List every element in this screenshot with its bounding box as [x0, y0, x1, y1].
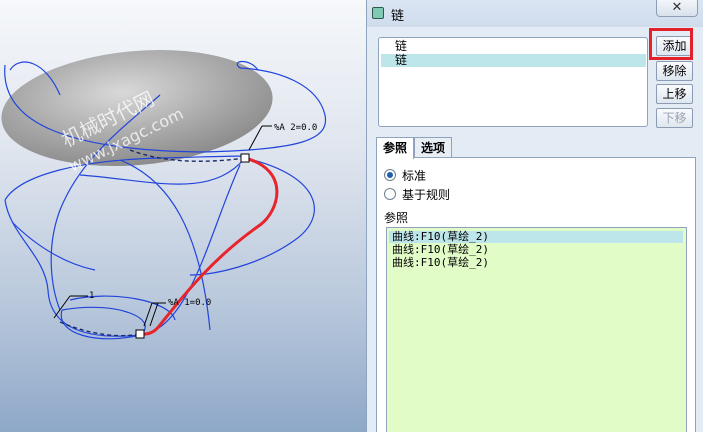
add-button-highlight	[649, 28, 693, 60]
radio-standard-label: 标准	[402, 168, 427, 183]
references-list[interactable]: 曲线:F10(草绘_2) 曲线:F10(草绘_2) 曲线:F10(草绘_2)	[386, 227, 687, 432]
chain-list[interactable]: 链 链	[378, 37, 648, 127]
annotation-id: 1	[89, 291, 94, 301]
reference-item[interactable]: 曲线:F10(草绘_2)	[389, 257, 683, 269]
radio-rule-based[interactable]: 基于规则	[384, 186, 450, 202]
annotation-top: %A 2=0.0	[274, 123, 317, 133]
remove-button[interactable]: 移除	[656, 61, 693, 81]
references-tab-panel: 标准 基于规则 参照 曲线:F10(草绘_2) 曲线:F10(草绘_2) 曲线:…	[376, 157, 696, 432]
move-up-button[interactable]: 上移	[656, 84, 693, 104]
endpoint-bottom[interactable]	[135, 329, 145, 339]
radio-rule-based-label: 基于规则	[402, 187, 451, 202]
references-label: 参照	[384, 211, 409, 225]
chain-item-label: 链	[395, 53, 408, 67]
model-geometry[interactable]: %A 2=0.0 1 %A 1=0.0 机械时代网 www.jxagc.com	[0, 0, 366, 432]
chain-dialog: 链 ✕ 链 链 添加 移除 上移 下移 参照 选项 标准 基于规则 参照 曲线:…	[366, 0, 703, 432]
dialog-app-icon	[372, 7, 384, 19]
model-viewport[interactable]: %A 2=0.0 1 %A 1=0.0 机械时代网 www.jxagc.com	[0, 0, 366, 432]
endpoint-top[interactable]	[240, 153, 250, 163]
radio-standard[interactable]: 标准	[384, 167, 426, 183]
tab-references[interactable]: 参照	[376, 137, 414, 159]
reference-item-selected[interactable]: 曲线:F10(草绘_2)	[389, 231, 683, 243]
chain-list-item[interactable]: 链	[381, 40, 646, 53]
radio-unchecked-icon[interactable]	[384, 188, 396, 200]
chain-item-label: 链	[395, 39, 408, 53]
dialog-title: 链	[391, 9, 405, 24]
close-button[interactable]: ✕	[656, 0, 698, 17]
annotation-bottom: %A 1=0.0	[168, 298, 211, 308]
sketch-curve-bottom[interactable]	[59, 321, 141, 337]
reference-item[interactable]: 曲线:F10(草绘_2)	[389, 244, 683, 256]
close-icon: ✕	[671, 0, 683, 15]
chain-list-item-selected[interactable]: 链	[381, 54, 646, 67]
radio-checked-icon[interactable]	[384, 169, 396, 181]
tab-options[interactable]: 选项	[414, 137, 452, 158]
dialog-titlebar[interactable]: 链 ✕	[367, 0, 703, 27]
move-down-button[interactable]: 下移	[656, 108, 693, 128]
